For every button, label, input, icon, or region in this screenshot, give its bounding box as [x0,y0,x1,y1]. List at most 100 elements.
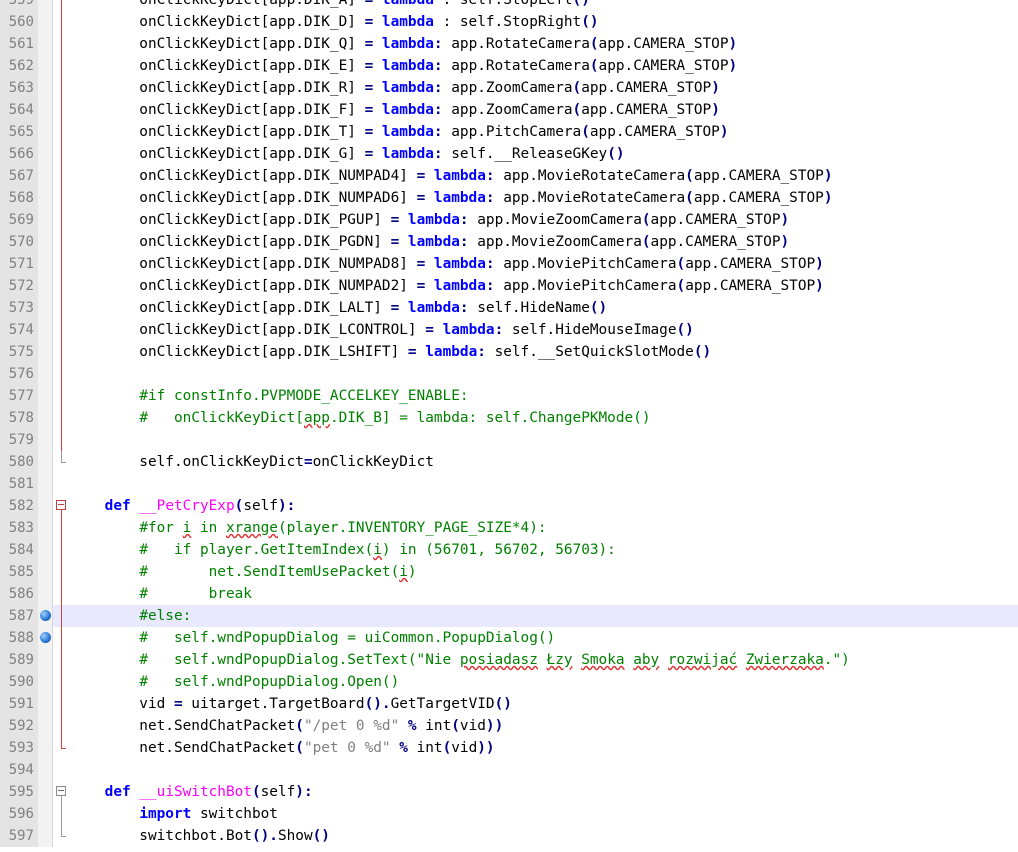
code-line[interactable]: 569 onClickKeyDict[app.DIK_PGUP] = lambd… [0,209,1018,231]
code-token: ) in (56701, 56702, 56703): [381,542,616,558]
code-line[interactable]: 573 onClickKeyDict[app.DIK_LALT] = lambd… [0,297,1018,319]
code-line[interactable]: 571 onClickKeyDict[app.DIK_NUMPAD8] = la… [0,253,1018,275]
bookmark-margin[interactable] [38,143,53,165]
code-token: = [364,36,374,52]
bookmark-margin[interactable] [38,737,53,759]
bookmark-margin[interactable] [38,209,53,231]
code-token: = [364,146,374,162]
code-line[interactable]: 561 onClickKeyDict[app.DIK_Q] = lambda: … [0,33,1018,55]
code-token: app.MovieRotateCamera [494,190,686,206]
bookmark-margin[interactable] [38,693,53,715]
bookmark-margin[interactable] [38,297,53,319]
code-line[interactable]: 596 import switchbot [0,803,1018,825]
bookmark-margin[interactable] [38,649,53,671]
code-line[interactable]: 560 onClickKeyDict[app.DIK_D] = lambda :… [0,11,1018,33]
bookmark-margin[interactable] [38,539,53,561]
code-line[interactable]: 575 onClickKeyDict[app.DIK_LSHIFT] = lam… [0,341,1018,363]
code-line[interactable]: 581 [0,473,1018,495]
code-line[interactable]: 595 def __uiSwitchBot(self): [0,781,1018,803]
code-line[interactable]: 572 onClickKeyDict[app.DIK_NUMPAD2] = la… [0,275,1018,297]
code-line[interactable]: 594 [0,759,1018,781]
bookmark-margin[interactable] [38,429,53,451]
bookmark-margin[interactable] [38,275,53,297]
bookmark-margin[interactable] [38,803,53,825]
code-line[interactable]: 576 [0,363,1018,385]
code-line[interactable]: 586 # break [0,583,1018,605]
line-number: 595 [0,781,38,803]
bookmark-margin[interactable] [38,77,53,99]
bookmark-margin[interactable] [38,33,53,55]
bookmark-margin[interactable] [38,759,53,781]
bookmark-margin[interactable] [38,165,53,187]
code-line[interactable]: 559 onClickKeyDict[app.DIK_A] = lambda :… [0,0,1018,11]
code-line[interactable]: 564 onClickKeyDict[app.DIK_F] = lambda: … [0,99,1018,121]
code-line[interactable]: 570 onClickKeyDict[app.DIK_PGDN] = lambd… [0,231,1018,253]
bookmark-margin[interactable] [38,363,53,385]
code-token: self [243,498,278,514]
code-line[interactable]: 587 #else: [0,605,1018,627]
bookmark-margin[interactable] [38,451,53,473]
code-line[interactable]: 583 #for i in xrange(player.INVENTORY_PA… [0,517,1018,539]
code-line[interactable]: 580 self.onClickKeyDict=onClickKeyDict [0,451,1018,473]
code-line[interactable]: 568 onClickKeyDict[app.DIK_NUMPAD6] = la… [0,187,1018,209]
code-line[interactable]: 589 # self.wndPopupDialog.SetText("Nie p… [0,649,1018,671]
code-token: = [364,14,374,30]
bookmark-margin[interactable] [38,517,53,539]
code-line[interactable]: 562 onClickKeyDict[app.DIK_E] = lambda: … [0,55,1018,77]
code-text: onClickKeyDict[app.DIK_NUMPAD4] = lambda… [70,165,832,187]
code-line[interactable]: 584 # if player.GetItemIndex(i) in (5670… [0,539,1018,561]
code-line[interactable]: 590 # self.wndPopupDialog.Open() [0,671,1018,693]
bookmark-margin[interactable] [38,715,53,737]
bookmark-margin[interactable] [38,495,53,517]
bookmark-margin[interactable] [38,187,53,209]
bookmark-margin[interactable] [38,231,53,253]
bookmark-icon[interactable] [40,632,51,643]
code-line[interactable]: 563 onClickKeyDict[app.DIK_R] = lambda: … [0,77,1018,99]
bookmark-margin[interactable] [38,671,53,693]
code-token: lambda [381,36,434,52]
line-number: 592 [0,715,38,737]
code-token: int [416,718,452,734]
line-number: 572 [0,275,38,297]
bookmark-margin[interactable] [38,319,53,341]
bookmark-margin[interactable] [38,583,53,605]
bookmark-margin[interactable] [38,121,53,143]
code-line[interactable]: 577 #if constInfo.PVPMODE_ACCELKEY_ENABL… [0,385,1018,407]
code-line[interactable]: 597 switchbot.Bot().Show() [0,825,1018,847]
code-line[interactable]: 578 # onClickKeyDict[app.DIK_B] = lambda… [0,407,1018,429]
code-line[interactable]: 588 # self.wndPopupDialog = uiCommon.Pop… [0,627,1018,649]
code-line[interactable]: 566 onClickKeyDict[app.DIK_G] = lambda: … [0,143,1018,165]
code-line[interactable]: 574 onClickKeyDict[app.DIK_LCONTROL] = l… [0,319,1018,341]
code-token: lambda [381,14,434,30]
bookmark-margin[interactable] [38,11,53,33]
code-line[interactable]: 565 onClickKeyDict[app.DIK_T] = lambda: … [0,121,1018,143]
code-line[interactable]: 567 onClickKeyDict[app.DIK_NUMPAD4] = la… [0,165,1018,187]
code-token: vid [70,696,174,712]
bookmark-margin[interactable] [38,781,53,803]
bookmark-margin[interactable] [38,407,53,429]
bookmark-margin[interactable] [38,605,53,627]
bookmark-margin[interactable] [38,253,53,275]
bookmark-margin[interactable] [38,0,53,11]
fold-toggle-icon[interactable] [56,500,66,510]
code-line[interactable]: 582 def __PetCryExp(self): [0,495,1018,517]
code-line[interactable]: 592 net.SendChatPacket("/pet 0 %d" % int… [0,715,1018,737]
bookmark-margin[interactable] [38,99,53,121]
bookmark-margin[interactable] [38,341,53,363]
bookmark-margin[interactable] [38,561,53,583]
code-line[interactable]: 579 [0,429,1018,451]
fold-toggle-icon[interactable] [56,786,66,796]
code-token: % [407,718,417,734]
bookmark-margin[interactable] [38,627,53,649]
code-line[interactable]: 585 # net.SendItemUsePacket(i) [0,561,1018,583]
bookmark-margin[interactable] [38,55,53,77]
code-editor[interactable]: 559 onClickKeyDict[app.DIK_A] = lambda :… [0,0,1018,847]
bookmark-margin[interactable] [38,473,53,495]
bookmark-icon[interactable] [40,610,51,621]
code-line[interactable]: 591 vid = uitarget.TargetBoard().GetTarg… [0,693,1018,715]
code-line[interactable]: 593 net.SendChatPacket("pet 0 %d" % int(… [0,737,1018,759]
code-token: = [425,322,434,338]
bookmark-margin[interactable] [38,825,53,847]
bookmark-margin[interactable] [38,385,53,407]
